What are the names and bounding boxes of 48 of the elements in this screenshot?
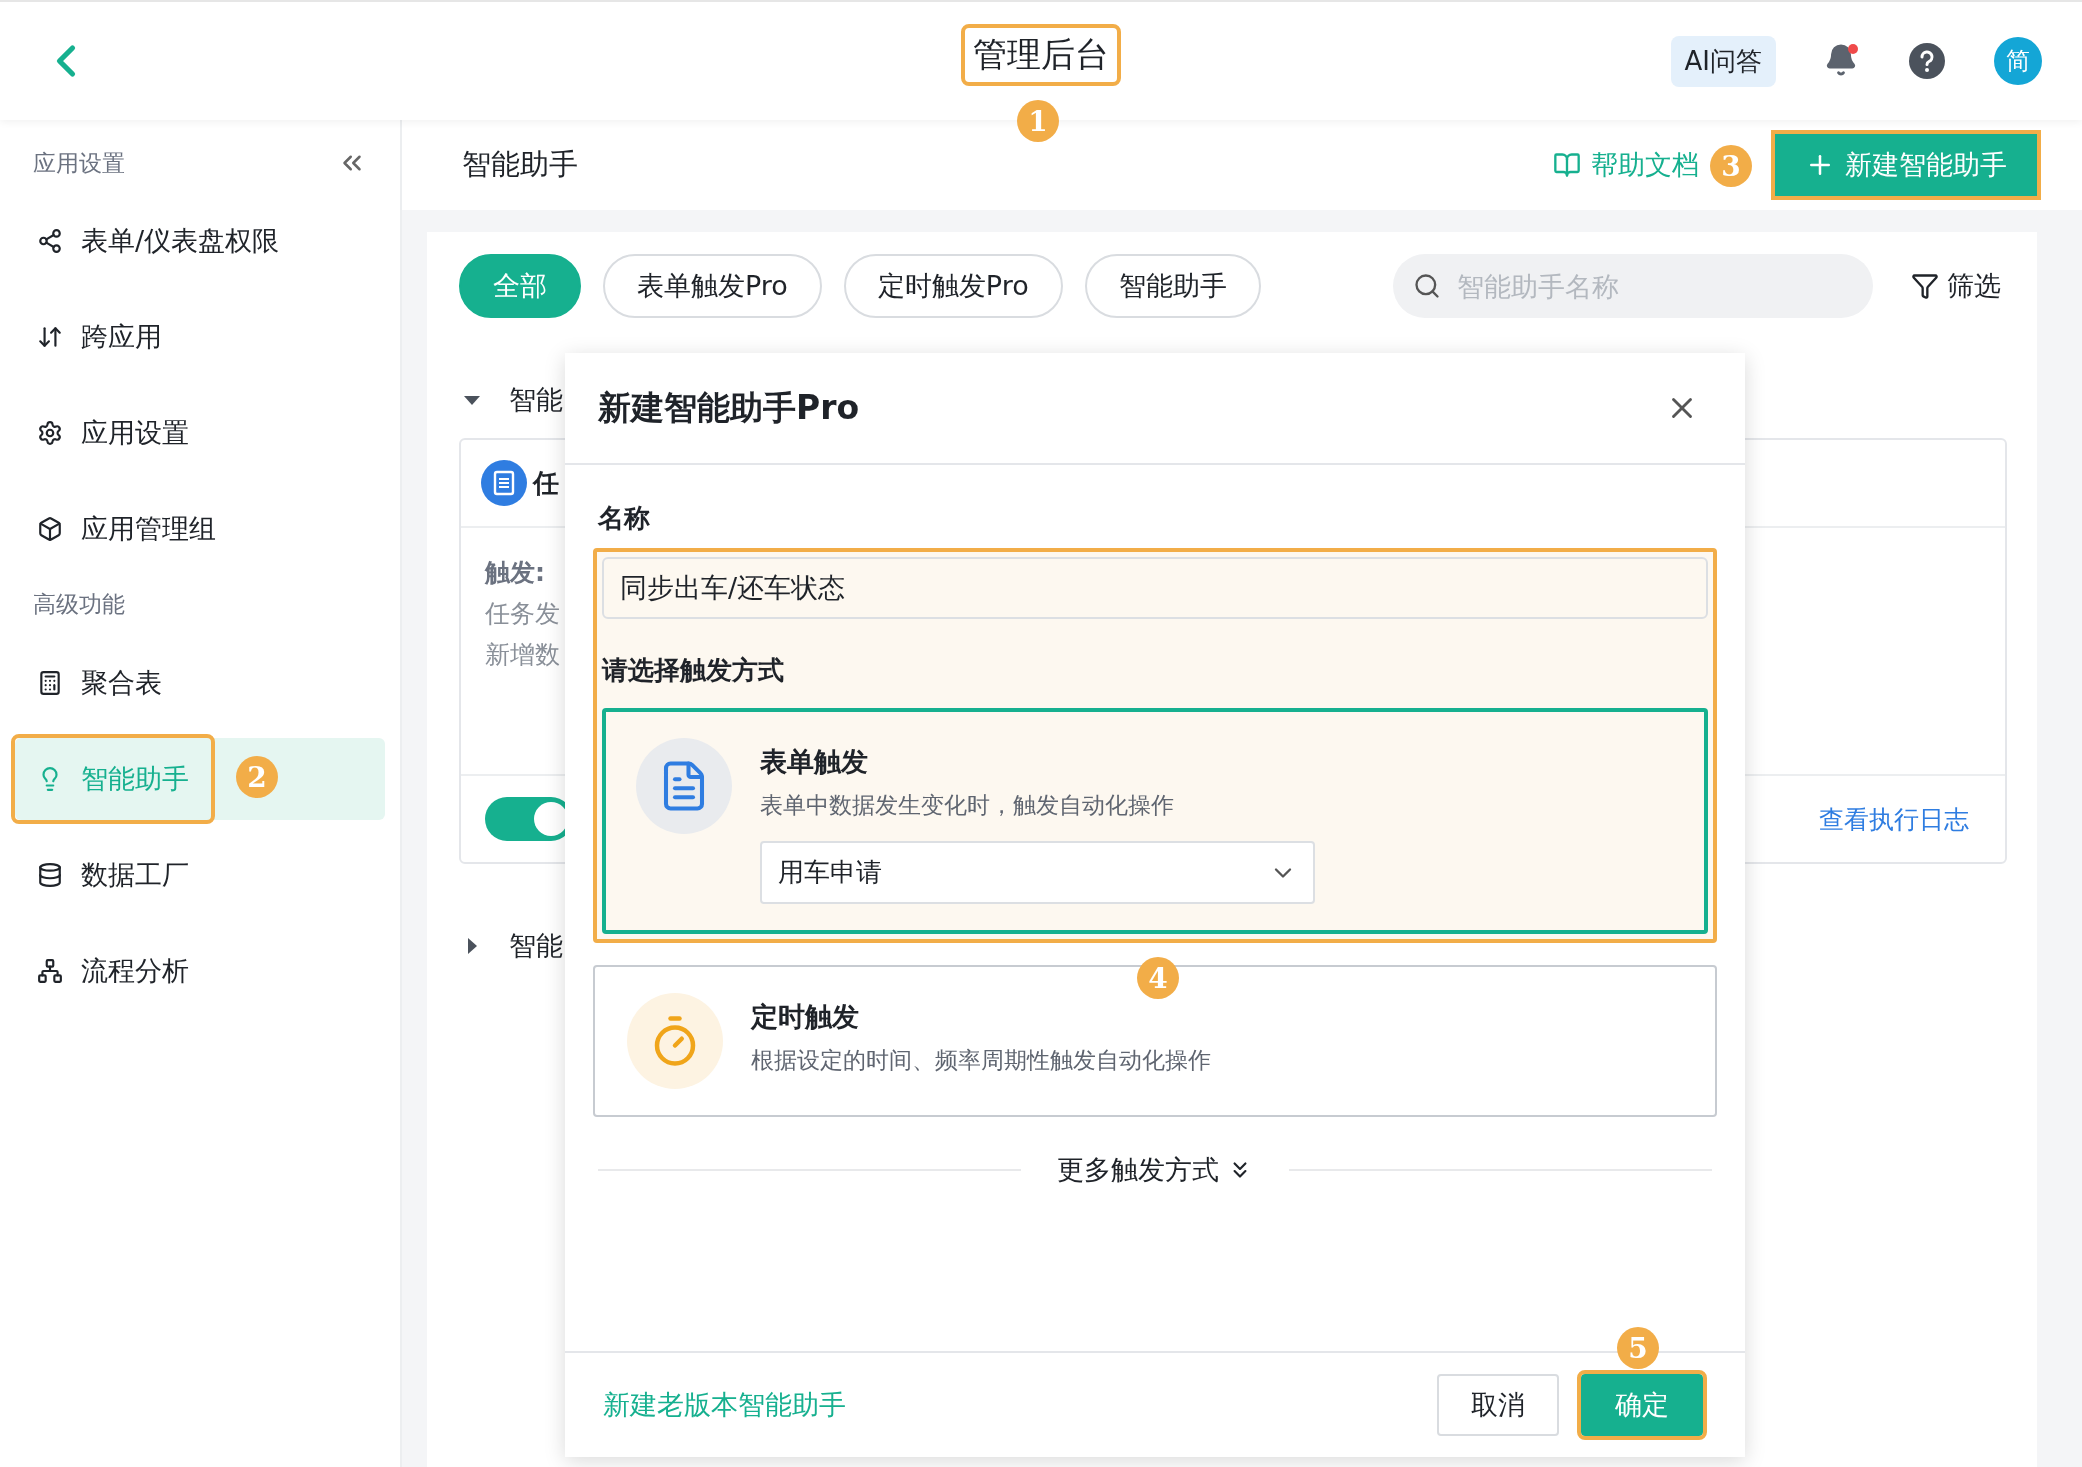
hierarchy-icon <box>37 958 63 984</box>
sidebar-item[interactable]: 应用管理组 <box>15 488 238 570</box>
assistant-title: 任 <box>533 466 559 500</box>
field-label: 名称 <box>596 502 651 535</box>
funnel-icon <box>1911 272 1939 300</box>
form-select[interactable]: 用车申请 <box>760 841 1315 904</box>
filter-chip[interactable]: 表单触发Pro <box>603 254 822 318</box>
trigger-text: 任务发 <box>485 598 560 630</box>
filter-button[interactable]: 筛选 <box>1905 267 2007 305</box>
section-title: 智能助手 <box>462 146 578 183</box>
trigger-description: 表单中数据发生变化时，触发自动化操作 <box>760 791 1175 820</box>
search-icon <box>1412 272 1441 300</box>
trigger-text: 新增数 <box>485 639 560 671</box>
name-field[interactable]: 同步出车/还车状态 <box>602 557 1708 619</box>
trigger-label: 触发: <box>485 557 545 589</box>
gear-icon <box>37 420 63 446</box>
grid-icon <box>37 670 63 696</box>
trigger-description: 根据设定的时间、频率周期性触发自动化操作 <box>751 1046 1211 1075</box>
form-icon <box>481 460 527 506</box>
trigger-option[interactable]: 表单触发 表单中数据发生变化时，触发自动化操作 用车申请 <box>602 708 1708 934</box>
sidebar-section-label: 高级功能 <box>33 589 125 619</box>
field-label: 请选择触发方式 <box>602 654 785 687</box>
sidebar-item[interactable]: 应用设置 <box>15 392 211 474</box>
more-triggers-button[interactable]: 更多触发方式 <box>1051 1151 1259 1189</box>
cube-icon <box>37 516 63 542</box>
sidebar-item[interactable]: 数据工厂 <box>15 834 211 916</box>
group-title: 智能 <box>509 929 563 963</box>
dialog-title: 新建智能助手Pro <box>598 386 860 429</box>
filter-chip[interactable]: 定时触发Pro <box>843 254 1063 318</box>
trigger-title: 表单触发 <box>760 745 869 779</box>
sidebar-item[interactable]: 表单/仪表盘权限 <box>15 200 302 282</box>
database-icon <box>37 862 63 888</box>
arrows-icon <box>37 324 63 350</box>
sidebar-section-label: 应用设置 <box>33 148 125 178</box>
search-field[interactable]: 智能助手名称 <box>1454 269 1853 303</box>
sidebar-item[interactable]: 流程分析 <box>15 930 211 1012</box>
search-bar[interactable]: 智能助手名称 <box>1392 254 1873 318</box>
filter-chip[interactable]: 智能助手 <box>1084 254 1261 318</box>
help-icon[interactable] <box>1908 42 1946 80</box>
group-title: 智能 <box>509 383 563 417</box>
book-icon <box>1553 151 1581 179</box>
ai-button[interactable]: AI问答 <box>1670 35 1776 87</box>
sidebar-item[interactable]: 跨应用 <box>15 296 184 378</box>
sidebar-item[interactable]: 聚合表 <box>15 642 184 724</box>
trigger-title: 定时触发 <box>751 1000 860 1034</box>
share-icon <box>37 228 63 254</box>
view-log-link[interactable]: 查看执行日志 <box>1819 802 1969 836</box>
cancel-button[interactable]: 取消 <box>1437 1374 1559 1436</box>
